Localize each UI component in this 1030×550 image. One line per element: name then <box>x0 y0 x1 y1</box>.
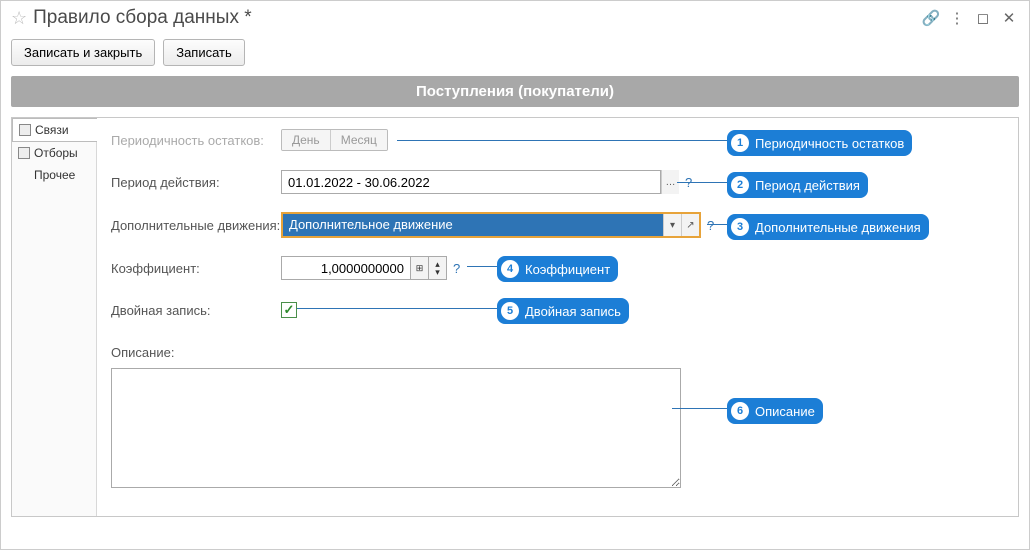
addmove-open-button[interactable]: ↗ <box>681 214 699 236</box>
desc-label: Описание: <box>111 345 281 360</box>
callout-num: 6 <box>731 402 749 420</box>
close-icon[interactable]: ✕ <box>999 9 1019 27</box>
callout-text: Описание <box>755 404 815 419</box>
coef-help-icon[interactable]: ? <box>453 261 460 276</box>
callout-text: Дополнительные движения <box>755 220 921 235</box>
callout-4: 4 Коэффициент <box>497 256 618 282</box>
callout-2: 2 Период действия <box>727 172 868 198</box>
callout-num: 5 <box>501 302 519 320</box>
favorite-star-icon[interactable]: ☆ <box>11 8 27 29</box>
periodicity-day-button[interactable]: День <box>282 130 331 150</box>
sidebar-item-other[interactable]: Прочее <box>12 164 96 186</box>
callout-5: 5 Двойная запись <box>497 298 629 324</box>
sidebar: Связи Отборы Прочее <box>12 118 97 516</box>
callout-text: Коэффициент <box>525 262 610 277</box>
callout-1: 1 Периодичность остатков <box>727 130 912 156</box>
section-header: Поступления (покупатели) <box>11 76 1019 107</box>
periodicity-toggle[interactable]: День Месяц <box>281 129 388 151</box>
desc-textarea[interactable] <box>111 368 681 488</box>
double-checkbox[interactable]: ✓ <box>281 302 297 318</box>
row-period: Период действия: … ? <box>111 170 1004 194</box>
callout-text: Периодичность остатков <box>755 136 904 151</box>
sidebar-item-label: Прочее <box>34 168 75 182</box>
callout-num: 4 <box>501 260 519 278</box>
sidebar-item-label: Связи <box>35 123 69 137</box>
callout-line-3 <box>707 224 727 225</box>
window-box-icon[interactable]: ◻ <box>973 9 993 27</box>
filters-icon <box>18 147 30 159</box>
callout-line-1 <box>397 140 727 141</box>
links-icon <box>19 124 31 136</box>
sidebar-item-label: Отборы <box>34 146 78 160</box>
addmove-help-icon[interactable]: ? <box>707 218 714 233</box>
form-content: Периодичность остатков: День Месяц Перио… <box>97 118 1018 516</box>
sidebar-item-links[interactable]: Связи <box>12 118 97 142</box>
periodicity-label: Периодичность остатков: <box>111 133 281 148</box>
callout-line-6 <box>672 408 727 409</box>
save-button[interactable]: Записать <box>163 39 245 66</box>
addmove-label: Дополнительные движения: <box>111 218 281 233</box>
spin-down-icon[interactable]: ▾ <box>435 268 440 276</box>
periodicity-month-button[interactable]: Месяц <box>331 130 387 150</box>
addmove-value: Дополнительное движение <box>283 214 663 236</box>
callout-num: 2 <box>731 176 749 194</box>
double-label: Двойная запись: <box>111 303 281 318</box>
titlebar: ☆ Правило сбора данных * 🔗 ⋮ ◻ ✕ <box>1 1 1029 35</box>
save-and-close-button[interactable]: Записать и закрыть <box>11 39 155 66</box>
more-icon[interactable]: ⋮ <box>947 9 967 27</box>
coef-input[interactable] <box>281 256 411 280</box>
period-input[interactable] <box>281 170 661 194</box>
main-panel: Связи Отборы Прочее Периодичность остатк… <box>11 117 1019 517</box>
coef-spinner[interactable]: ▴ ▾ <box>429 256 447 280</box>
addmove-dropdown-button[interactable]: ▾ <box>663 214 681 236</box>
callout-line-5 <box>297 308 497 309</box>
callout-num: 3 <box>731 218 749 236</box>
callout-6: 6 Описание <box>727 398 823 424</box>
callout-text: Двойная запись <box>525 304 621 319</box>
addmove-field[interactable]: Дополнительное движение ▾ ↗ <box>281 212 701 238</box>
period-label: Период действия: <box>111 175 281 190</box>
toolbar: Записать и закрыть Записать <box>1 35 1029 76</box>
coef-label: Коэффициент: <box>111 261 281 276</box>
callout-num: 1 <box>731 134 749 152</box>
sidebar-item-filters[interactable]: Отборы <box>12 142 96 164</box>
link-icon[interactable]: 🔗 <box>921 9 941 27</box>
row-desc-label: Описание: <box>111 340 1004 364</box>
window-title: Правило сбора данных * <box>33 7 915 29</box>
callout-text: Период действия <box>755 178 860 193</box>
coef-calc-button[interactable]: ⊞ <box>411 256 429 280</box>
callout-line-2 <box>677 182 727 183</box>
callout-3: 3 Дополнительные движения <box>727 214 929 240</box>
callout-line-4 <box>467 266 497 267</box>
